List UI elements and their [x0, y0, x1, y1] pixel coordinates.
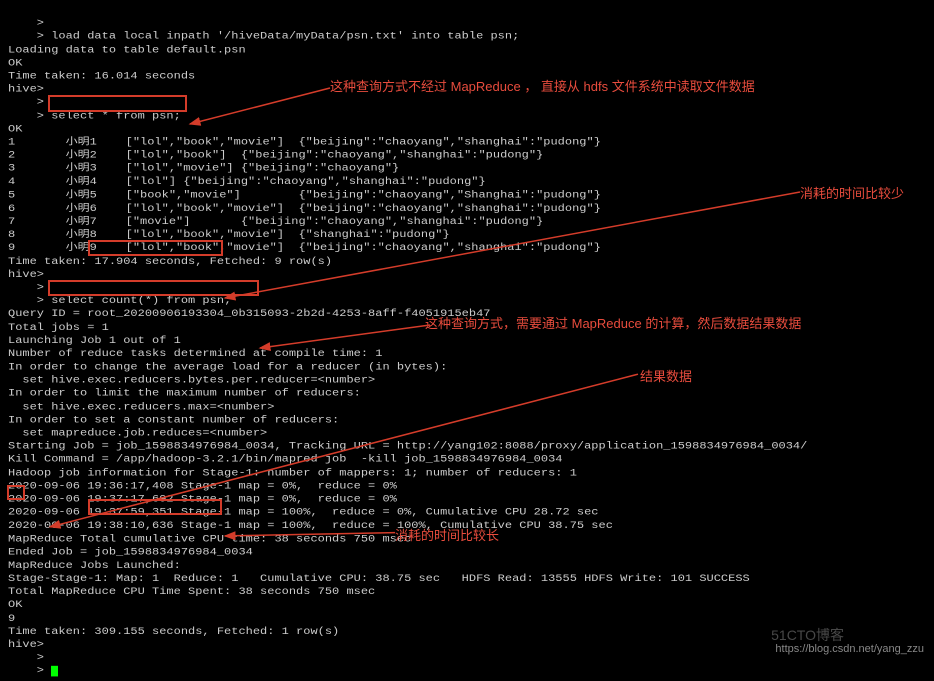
- output-line: Kill Command = /app/hadoop-3.2.1/bin/map…: [8, 454, 563, 465]
- output-line: 5 小明5 ["book","movie"] {"beijing":"chaoy…: [8, 189, 601, 200]
- output-line: Loading data to table default.psn: [8, 44, 246, 55]
- output-line: >: [8, 17, 44, 28]
- output-line: >: [8, 665, 44, 676]
- output-line: Time taken: 309.155 seconds, Fetched: 1 …: [8, 626, 339, 637]
- output-line: set hive.exec.reducers.bytes.per.reducer…: [8, 374, 375, 385]
- output-line: 9: [8, 612, 15, 623]
- output-line: hive>: [8, 269, 44, 280]
- output-line: Total MapReduce CPU Time Spent: 38 secon…: [8, 586, 375, 597]
- output-line: hive>: [8, 83, 44, 94]
- output-line: MapReduce Total cumulative CPU time: 38 …: [8, 533, 411, 544]
- output-line: Query ID = root_20200906193304_0b315093-…: [8, 308, 490, 319]
- output-line: MapReduce Jobs Launched:: [8, 560, 181, 571]
- output-line: 2020-09-06 19:37:59,351 Stage-1 map = 10…: [8, 507, 599, 518]
- output-line: set hive.exec.reducers.max=<number>: [8, 401, 274, 412]
- output-line: > select count(*) from psn;: [8, 295, 231, 306]
- output-line: Stage-Stage-1: Map: 1 Reduce: 1 Cumulati…: [8, 573, 750, 584]
- output-line: Number of reduce tasks determined at com…: [8, 348, 382, 359]
- output-line: hive>: [8, 639, 44, 650]
- output-line: > load data local inpath '/hiveData/myDa…: [8, 31, 519, 42]
- output-line: Time taken: 16.014 seconds: [8, 70, 195, 81]
- output-line: 2020-09-06 19:38:10,636 Stage-1 map = 10…: [8, 520, 613, 531]
- output-line: 2 小明2 ["lol","book"] {"beijing":"chaoyan…: [8, 150, 543, 161]
- output-line: In order to set a constant number of red…: [8, 414, 339, 425]
- output-line: Starting Job = job_1598834976984_0034, T…: [8, 440, 807, 451]
- output-line: In order to change the average load for …: [8, 361, 447, 372]
- output-line: OK: [8, 599, 22, 610]
- output-line: 2020-09-06 19:36:17,408 Stage-1 map = 0%…: [8, 480, 397, 491]
- output-line: 8 小明8 ["lol","book","movie"] {"shanghai"…: [8, 229, 450, 240]
- annotation-short-time: 消耗的时间比较少: [800, 185, 904, 203]
- output-line: >: [8, 97, 44, 108]
- output-line: set mapreduce.job.reduces=<number>: [8, 427, 267, 438]
- output-line: OK: [8, 123, 22, 134]
- output-line: 1 小明1 ["lol","book","movie"] {"beijing":…: [8, 136, 601, 147]
- output-line: > select * from psn;: [8, 110, 181, 121]
- annotation-no-mapreduce: 这种查询方式不经过 MapReduce ， 直接从 hdfs 文件系统中读取文件…: [330, 78, 755, 96]
- output-line: In order to limit the maximum number of …: [8, 388, 361, 399]
- output-line: Time taken: 17.904 seconds, Fetched: 9 r…: [8, 255, 332, 266]
- output-line: 7 小明7 ["movie"] {"beijing":"chaoyang","s…: [8, 216, 543, 227]
- annotation-long-time: 消耗的时间比较长: [395, 527, 499, 545]
- output-line: 4 小明4 ["lol"] {"beijing":"chaoyang","sha…: [8, 176, 486, 187]
- annotation-mapreduce: 这种查询方式，需要通过 MapReduce 的计算，然后数据结果数据: [425, 315, 801, 333]
- output-line: Launching Job 1 out of 1: [8, 335, 181, 346]
- watermark-csdn: https://blog.csdn.net/yang_zzu: [775, 642, 924, 657]
- output-line: >: [8, 282, 44, 293]
- output-line: 3 小明3 ["lol","movie"] {"beijing":"chaoya…: [8, 163, 399, 174]
- output-line: >: [8, 652, 44, 663]
- output-line: OK: [8, 57, 22, 68]
- output-line: 2020-09-06 19:37:17,692 Stage-1 map = 0%…: [8, 493, 397, 504]
- terminal-output: > > load data local inpath '/hiveData/my…: [0, 0, 934, 681]
- output-line: Total jobs = 1: [8, 321, 109, 332]
- output-line: 9 小明9 ["lol","book","movie"] {"beijing":…: [8, 242, 601, 253]
- annotation-result: 结果数据: [640, 368, 692, 386]
- output-line: Hadoop job information for Stage-1: numb…: [8, 467, 577, 478]
- output-line: Ended Job = job_1598834976984_0034: [8, 546, 253, 557]
- output-line: 6 小明6 ["lol","book","movie"] {"beijing":…: [8, 202, 601, 213]
- cursor: [51, 666, 58, 677]
